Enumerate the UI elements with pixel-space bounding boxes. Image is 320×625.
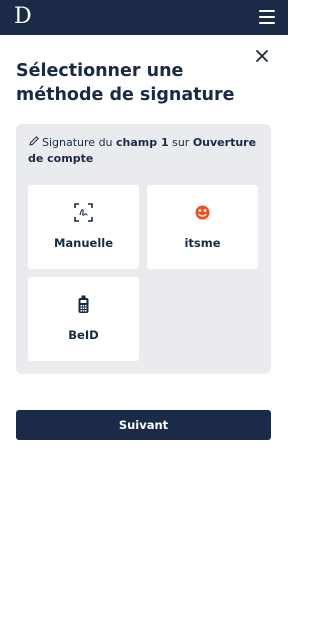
method-card-manuelle[interactable]: Manuelle <box>28 185 139 269</box>
info-middle: sur <box>168 136 193 149</box>
signature-method-panel: Signature du champ 1 sur Ouverture de co… <box>16 124 271 374</box>
method-card-itsme[interactable]: itsme <box>147 185 258 269</box>
signature-scan-icon <box>74 203 93 222</box>
hamburger-menu-icon[interactable] <box>259 10 275 24</box>
method-label: itsme <box>184 236 221 250</box>
pencil-icon <box>29 136 39 146</box>
method-label: BeID <box>68 328 99 342</box>
signature-info-text: Signature du champ 1 sur Ouverture de co… <box>28 135 260 167</box>
next-button[interactable]: Suivant <box>16 410 271 440</box>
top-navigation-bar: D <box>0 0 288 35</box>
dialog-title: Sélectionner une méthode de signature <box>16 61 235 105</box>
method-label: Manuelle <box>53 236 114 250</box>
itsme-icon <box>195 205 210 220</box>
info-prefix: Signature du <box>42 136 117 149</box>
info-field: champ 1 <box>116 136 169 149</box>
card-reader-icon <box>78 295 89 313</box>
logo[interactable]: D <box>14 4 32 30</box>
method-card-beid[interactable]: BeID <box>28 277 139 361</box>
